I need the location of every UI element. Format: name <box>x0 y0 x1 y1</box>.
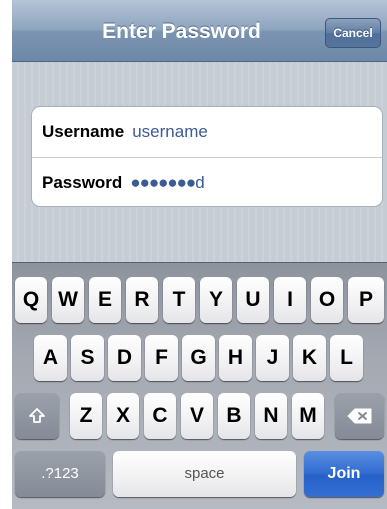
key-x[interactable]: X <box>107 393 139 439</box>
delete-key[interactable] <box>335 393 384 439</box>
key-o[interactable]: O <box>311 277 343 323</box>
numbers-mode-key[interactable]: .?123 <box>15 451 105 497</box>
key-y[interactable]: Y <box>200 277 232 323</box>
username-label: Username <box>42 122 125 141</box>
cancel-button[interactable]: Cancel <box>325 18 381 48</box>
username-field[interactable]: username <box>132 122 382 142</box>
key-k[interactable]: K <box>293 335 326 381</box>
space-key[interactable]: space <box>113 451 296 497</box>
screen: Enter Password Cancel Username username … <box>0 0 387 509</box>
key-a[interactable]: A <box>34 335 67 381</box>
password-dots: ●●●●●●● <box>130 172 196 192</box>
key-d[interactable]: D <box>108 335 141 381</box>
key-z[interactable]: Z <box>70 393 102 439</box>
key-p[interactable]: P <box>348 277 384 323</box>
password-row[interactable]: Password ●●●●●●●d <box>32 157 382 206</box>
join-button[interactable]: Join <box>304 451 384 497</box>
key-b[interactable]: B <box>218 393 250 439</box>
keyboard: Q W E R T Y U I O P A S D F G H J K L Z … <box>12 262 387 509</box>
key-f[interactable]: F <box>145 335 178 381</box>
left-margin <box>0 0 12 509</box>
key-t[interactable]: T <box>163 277 195 323</box>
password-field[interactable]: ●●●●●●●d <box>130 173 204 193</box>
key-h[interactable]: H <box>219 335 252 381</box>
username-row[interactable]: Username username <box>32 107 382 157</box>
password-last-char: d <box>195 172 205 192</box>
password-label: Password <box>42 172 123 192</box>
backspace-icon <box>347 408 371 424</box>
login-form: Username username Password ●●●●●●●d <box>31 106 383 207</box>
shift-key[interactable] <box>15 393 59 439</box>
key-c[interactable]: C <box>144 393 176 439</box>
key-u[interactable]: U <box>237 277 269 323</box>
content-area: Username username Password ●●●●●●●d <box>12 62 387 262</box>
shift-icon <box>29 408 45 423</box>
key-s[interactable]: S <box>71 335 104 381</box>
navigation-bar: Enter Password Cancel <box>12 0 387 62</box>
key-g[interactable]: G <box>182 335 215 381</box>
key-v[interactable]: V <box>181 393 213 439</box>
key-q[interactable]: Q <box>15 277 47 323</box>
key-r[interactable]: R <box>126 277 158 323</box>
key-w[interactable]: W <box>52 277 84 323</box>
key-l[interactable]: L <box>330 335 363 381</box>
key-e[interactable]: E <box>89 277 121 323</box>
key-n[interactable]: N <box>255 393 287 439</box>
key-i[interactable]: I <box>274 277 306 323</box>
key-m[interactable]: M <box>292 393 324 439</box>
key-j[interactable]: J <box>256 335 289 381</box>
